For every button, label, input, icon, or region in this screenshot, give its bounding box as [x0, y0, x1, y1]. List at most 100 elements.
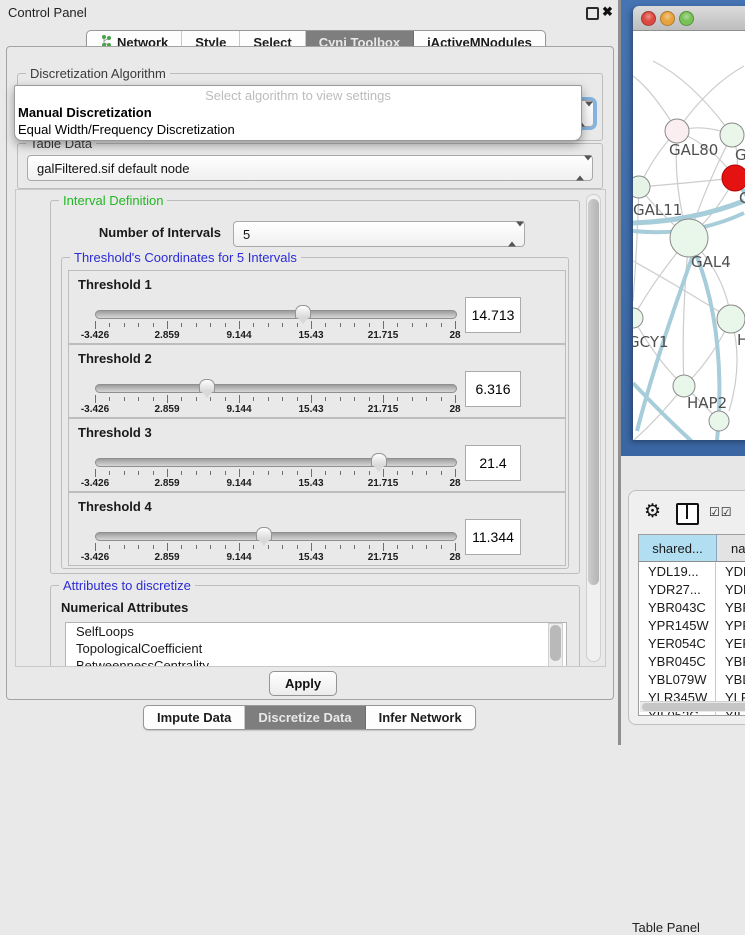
table-cell[interactable]: YBR045C — [639, 652, 716, 670]
table-cell[interactable]: YPR1 — [716, 616, 745, 634]
numerical-attributes-label: Numerical Attributes — [61, 600, 188, 615]
network-view-window[interactable]: GAL80GACGAL11GAL4GCY1HHAP2 — [633, 6, 745, 440]
table-cell[interactable]: YDL1 — [716, 562, 745, 580]
attributes-list-scrollbar[interactable] — [548, 623, 563, 667]
network-canvas[interactable]: GAL80GACGAL11GAL4GCY1HHAP2 — [633, 31, 745, 440]
attribute-item[interactable]: BetweennessCentrality — [66, 657, 566, 667]
threshold-slider[interactable]: -3.4262.8599.14415.4321.71528 — [95, 379, 455, 415]
network-node[interactable] — [720, 123, 744, 147]
scrollbar-thumb[interactable] — [550, 625, 561, 661]
network-edge[interactable] — [653, 61, 732, 135]
table-row[interactable]: YDL19...YDL1 — [639, 562, 745, 580]
slider-handle[interactable] — [295, 305, 311, 319]
control-panel-titlebar: Control Panel ✖ — [0, 0, 618, 24]
columns-icon[interactable] — [676, 503, 699, 525]
column-header-shared-name[interactable]: shared... — [639, 535, 717, 561]
slider-ticks — [95, 395, 455, 404]
network-node-label: C — [739, 189, 745, 207]
attribute-item[interactable]: SelfLoops — [66, 623, 566, 640]
numerical-attributes-list[interactable]: SelfLoopsTopologicalCoefficientBetweenne… — [65, 622, 567, 667]
table-cell[interactable]: YBR0 — [716, 652, 745, 670]
table-cell[interactable]: YER0 — [716, 634, 745, 652]
table-row[interactable]: YDR27...YDR2 — [639, 580, 745, 598]
table-row[interactable]: YBR045CYBR0 — [639, 652, 745, 670]
apply-button[interactable]: Apply — [269, 671, 337, 696]
table-horizontal-scrollbar[interactable] — [640, 701, 745, 712]
table-cell[interactable]: YBL079W — [639, 670, 716, 688]
scrollbar-thumb[interactable] — [588, 199, 599, 585]
slider-track[interactable] — [95, 384, 457, 393]
table-cell[interactable]: YDR27... — [639, 580, 716, 598]
table-row[interactable]: YER054CYER0 — [639, 634, 745, 652]
dropdown-option-equal-width[interactable]: Equal Width/Frequency Discretization — [15, 122, 581, 139]
tick-label: 9.144 — [226, 552, 251, 563]
network-edge[interactable] — [639, 178, 735, 187]
network-node[interactable] — [633, 308, 643, 328]
combo-value: galFiltered.sif default node — [37, 161, 189, 176]
network-node[interactable] — [722, 165, 745, 191]
combo-stepper-icon[interactable] — [576, 161, 585, 176]
table-cell[interactable]: YBR0 — [716, 598, 745, 616]
group-title: Interval Definition — [59, 193, 167, 208]
table-cell[interactable]: YPR145W — [639, 616, 716, 634]
column-header-name[interactable]: na — [717, 535, 745, 561]
network-node[interactable] — [670, 219, 708, 257]
attribute-item[interactable]: TopologicalCoefficient — [66, 640, 566, 657]
tick-label: 15.43 — [298, 552, 323, 563]
network-window-titlebar[interactable] — [633, 6, 745, 31]
table-row[interactable]: YBL079WYBL0 — [639, 670, 745, 688]
table-cell[interactable]: YBR043C — [639, 598, 716, 616]
tab-impute-data[interactable]: Impute Data — [144, 706, 245, 729]
table-cell[interactable]: YER054C — [639, 634, 716, 652]
threshold-slider[interactable]: -3.4262.8599.14415.4321.71528 — [95, 453, 455, 489]
network-node[interactable] — [709, 411, 729, 431]
group-title: Discretization Algorithm — [26, 66, 170, 81]
desktop-background: GAL80GACGAL11GAL4GCY1HHAP2 — [621, 0, 745, 456]
float-window-icon[interactable] — [586, 7, 599, 20]
dropdown-option-manual[interactable]: Manual Discretization — [15, 105, 581, 122]
scrollbar-thumb[interactable] — [642, 703, 745, 711]
slider-track[interactable] — [95, 458, 457, 467]
tab-discretize-data[interactable]: Discretize Data — [245, 706, 365, 729]
slider-track[interactable] — [95, 310, 457, 319]
table-row[interactable]: YPR145WYPR1 — [639, 616, 745, 634]
group-title: Attributes to discretize — [59, 578, 195, 593]
combo-stepper-icon[interactable] — [508, 227, 517, 242]
slider-handle[interactable] — [371, 453, 387, 467]
network-edge[interactable] — [677, 66, 744, 131]
close-traffic-light-icon[interactable] — [641, 11, 656, 26]
threshold-value-field[interactable]: 11.344 — [465, 519, 521, 555]
network-node[interactable] — [717, 305, 745, 333]
table-data-combobox[interactable]: galFiltered.sif default node — [27, 155, 593, 181]
network-node-label: GA — [735, 146, 745, 164]
table-cell[interactable]: YBL0 — [716, 670, 745, 688]
threshold-value-field[interactable]: 21.4 — [465, 445, 521, 481]
threshold-panel: Threshold 1 -3.4262.8599.14415.4321.7152… — [68, 270, 566, 344]
tick-label: 9.144 — [226, 478, 251, 489]
threshold-label: Threshold 3 — [78, 425, 152, 440]
network-node[interactable] — [633, 176, 650, 198]
network-node[interactable] — [665, 119, 689, 143]
slider-track[interactable] — [95, 532, 457, 541]
slider-tick-labels: -3.4262.8599.14415.4321.71528 — [95, 330, 455, 342]
threshold-value-field[interactable]: 6.316 — [465, 371, 521, 407]
table-cell[interactable]: YDR2 — [716, 580, 745, 598]
threshold-value-field[interactable]: 14.713 — [465, 297, 521, 333]
gear-icon[interactable]: ⚙ — [644, 500, 661, 523]
threshold-slider[interactable]: -3.4262.8599.14415.4321.71528 — [95, 527, 455, 563]
minimize-traffic-light-icon[interactable] — [660, 11, 675, 26]
table-cell[interactable]: YDL19... — [639, 562, 716, 580]
threshold-slider[interactable]: -3.4262.8599.14415.4321.71528 — [95, 305, 455, 341]
settings-scrollbar[interactable] — [586, 194, 601, 662]
tick-label: 2.859 — [154, 478, 179, 489]
zoom-traffic-light-icon[interactable] — [679, 11, 694, 26]
network-edge[interactable] — [683, 238, 689, 386]
table-row[interactable]: YBR043CYBR0 — [639, 598, 745, 616]
close-icon[interactable]: ✖ — [602, 4, 613, 20]
tab-infer-network[interactable]: Infer Network — [366, 706, 475, 729]
slider-handle[interactable] — [256, 527, 272, 541]
number-of-intervals-combobox[interactable]: 5 — [233, 221, 525, 247]
select-checkboxes-icon[interactable]: ☑☑ — [709, 505, 733, 519]
slider-handle[interactable] — [199, 379, 215, 393]
tick-label: 2.859 — [154, 552, 179, 563]
